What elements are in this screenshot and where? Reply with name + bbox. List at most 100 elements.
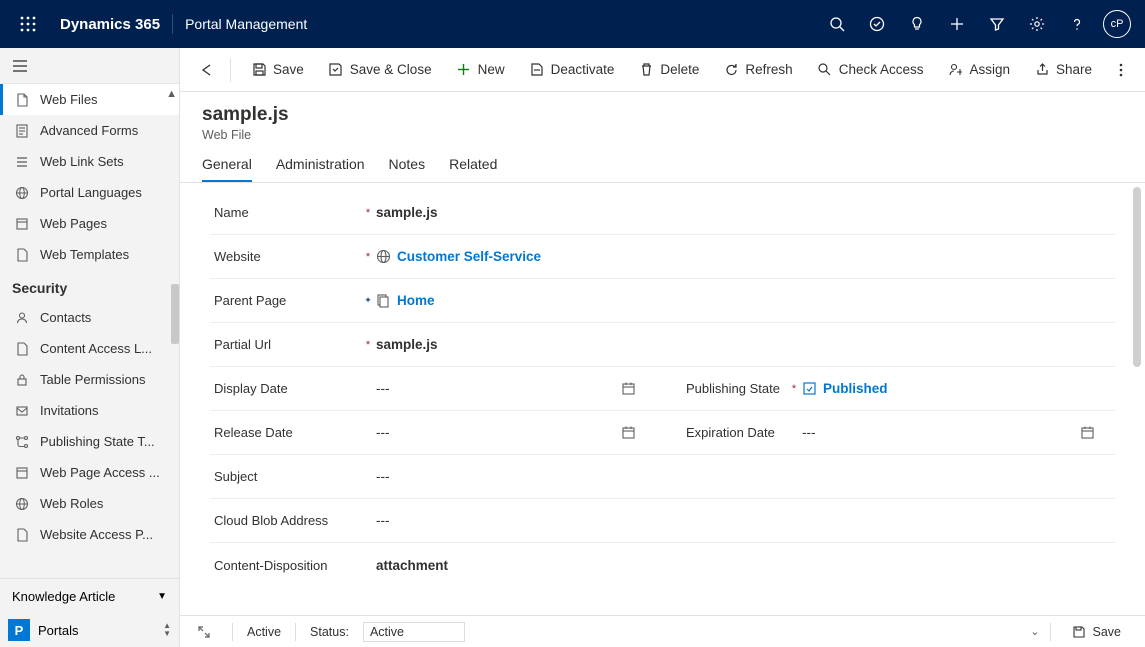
gear-icon[interactable] [1017, 0, 1057, 48]
assign-icon [948, 62, 964, 78]
sidebar-item-table-permissions[interactable]: Table Permissions [0, 364, 179, 395]
form-scrollbar[interactable] [1133, 187, 1141, 367]
save-icon [251, 62, 267, 78]
expiration-date-value[interactable]: --- [802, 419, 1080, 446]
tab-related[interactable]: Related [449, 156, 497, 182]
sidebar-item-website-access[interactable]: Website Access P... [0, 519, 179, 550]
task-icon[interactable] [857, 0, 897, 48]
lookup-value[interactable]: Published [823, 381, 888, 396]
check-access-button[interactable]: Check Access [807, 54, 934, 86]
chevron-up-icon[interactable]: ▲ [166, 88, 177, 100]
calendar-icon[interactable] [621, 381, 656, 396]
field-label: Parent Page [210, 293, 360, 308]
page-icon [14, 527, 30, 543]
sidebar-item-web-templates[interactable]: Web Templates [0, 239, 179, 270]
sidebar-item-web-files[interactable]: Web Files [0, 84, 179, 115]
field-cloud-blob[interactable]: Cloud Blob Address --- [210, 499, 1115, 543]
area-switcher[interactable]: P Portals ▲▼ [0, 613, 179, 647]
release-date-value[interactable]: --- [376, 419, 621, 446]
updown-icon[interactable]: ▲▼ [163, 622, 171, 638]
field-name[interactable]: Name * sample.js [210, 191, 1115, 235]
template-icon [14, 247, 30, 263]
sidebar-item-publishing-state[interactable]: Publishing State T... [0, 426, 179, 457]
sidebar-item-invitations[interactable]: Invitations [0, 395, 179, 426]
flow-icon [14, 434, 30, 450]
brand-label[interactable]: Dynamics 365 [48, 16, 172, 33]
field-parent-page[interactable]: Parent Page ✦ Home [210, 279, 1115, 323]
publishing-state-value[interactable]: Published [802, 375, 1115, 402]
required-marker: * [786, 383, 802, 395]
sidebar-item-content-access[interactable]: Content Access L... [0, 333, 179, 364]
sidebar-section-knowledge[interactable]: Knowledge Article ▼ [0, 579, 179, 613]
footer-save-button[interactable]: Save [1061, 620, 1132, 644]
sidebar-item-label: Invitations [40, 403, 99, 418]
global-nav: Dynamics 365 Portal Management cP [0, 0, 1145, 48]
sidebar-item-web-pages[interactable]: Web Pages [0, 208, 179, 239]
display-date-value[interactable]: --- [376, 375, 621, 402]
sidebar-item-label: Web Page Access ... [40, 465, 160, 480]
sidebar-scrollbar[interactable] [171, 284, 179, 344]
calendar-icon[interactable] [621, 425, 656, 440]
chevron-down-icon[interactable]: ⌄ [1030, 625, 1039, 638]
page-icon [14, 465, 30, 481]
field-value[interactable]: Home [376, 287, 1115, 314]
field-website[interactable]: Website * Customer Self-Service [210, 235, 1115, 279]
app-name[interactable]: Portal Management [181, 16, 307, 32]
status-value[interactable]: Active [363, 622, 465, 642]
save-close-button[interactable]: Save & Close [318, 54, 442, 86]
field-label: Content-Disposition [210, 558, 360, 573]
field-value[interactable]: sample.js [376, 199, 1115, 226]
deactivate-button[interactable]: Deactivate [519, 54, 625, 86]
field-partial-url[interactable]: Partial Url * sample.js [210, 323, 1115, 367]
filter-icon[interactable] [977, 0, 1017, 48]
field-value[interactable]: Customer Self-Service [376, 243, 1115, 270]
record-title: sample.js [202, 104, 1123, 126]
sidebar-item-advanced-forms[interactable]: Advanced Forms [0, 115, 179, 146]
sidebar-item-web-link-sets[interactable]: Web Link Sets [0, 146, 179, 177]
assign-button[interactable]: Assign [938, 54, 1021, 86]
form-body: Name * sample.js Website * Customer Self… [180, 183, 1145, 615]
divider [172, 14, 173, 34]
new-button[interactable]: New [446, 54, 515, 86]
sidebar-item-label: Web Pages [40, 216, 107, 231]
search-icon[interactable] [817, 0, 857, 48]
field-value[interactable]: --- [376, 463, 1115, 490]
share-button[interactable]: Share [1024, 54, 1102, 86]
save-button[interactable]: Save [241, 54, 314, 86]
help-icon[interactable] [1057, 0, 1097, 48]
calendar-icon[interactable] [1080, 425, 1115, 440]
page-icon [14, 216, 30, 232]
lookup-value[interactable]: Home [397, 293, 435, 308]
add-icon [456, 62, 472, 78]
page-icon [14, 341, 30, 357]
lock-icon [14, 372, 30, 388]
app-launcher-icon[interactable] [8, 0, 48, 48]
expand-icon[interactable] [190, 625, 218, 639]
tab-administration[interactable]: Administration [276, 156, 365, 182]
sidebar-item-web-roles[interactable]: Web Roles [0, 488, 179, 519]
form-icon [14, 123, 30, 139]
sitemap-toggle[interactable] [0, 48, 179, 84]
field-content-disposition[interactable]: Content-Disposition attachment [210, 543, 1115, 587]
field-value[interactable]: sample.js [376, 331, 1115, 358]
sidebar-item-web-page-access[interactable]: Web Page Access ... [0, 457, 179, 488]
sidebar-item-contacts[interactable]: Contacts [0, 302, 179, 333]
sidebar-item-label: Contacts [40, 310, 91, 325]
field-value[interactable]: --- [376, 507, 1115, 534]
field-subject[interactable]: Subject --- [210, 455, 1115, 499]
recommended-marker: ✦ [360, 295, 376, 306]
field-value[interactable]: attachment [376, 552, 1115, 579]
list-icon [14, 154, 30, 170]
delete-button[interactable]: Delete [628, 54, 709, 86]
lightbulb-icon[interactable] [897, 0, 937, 48]
add-icon[interactable] [937, 0, 977, 48]
avatar[interactable]: cP [1103, 10, 1131, 38]
tab-notes[interactable]: Notes [389, 156, 426, 182]
tab-general[interactable]: General [202, 156, 252, 182]
sidebar-item-portal-languages[interactable]: Portal Languages [0, 177, 179, 208]
back-button[interactable] [192, 54, 220, 86]
lookup-value[interactable]: Customer Self-Service [397, 249, 541, 264]
refresh-button[interactable]: Refresh [713, 54, 802, 86]
field-label: Partial Url [210, 337, 360, 352]
overflow-button[interactable] [1109, 54, 1133, 86]
